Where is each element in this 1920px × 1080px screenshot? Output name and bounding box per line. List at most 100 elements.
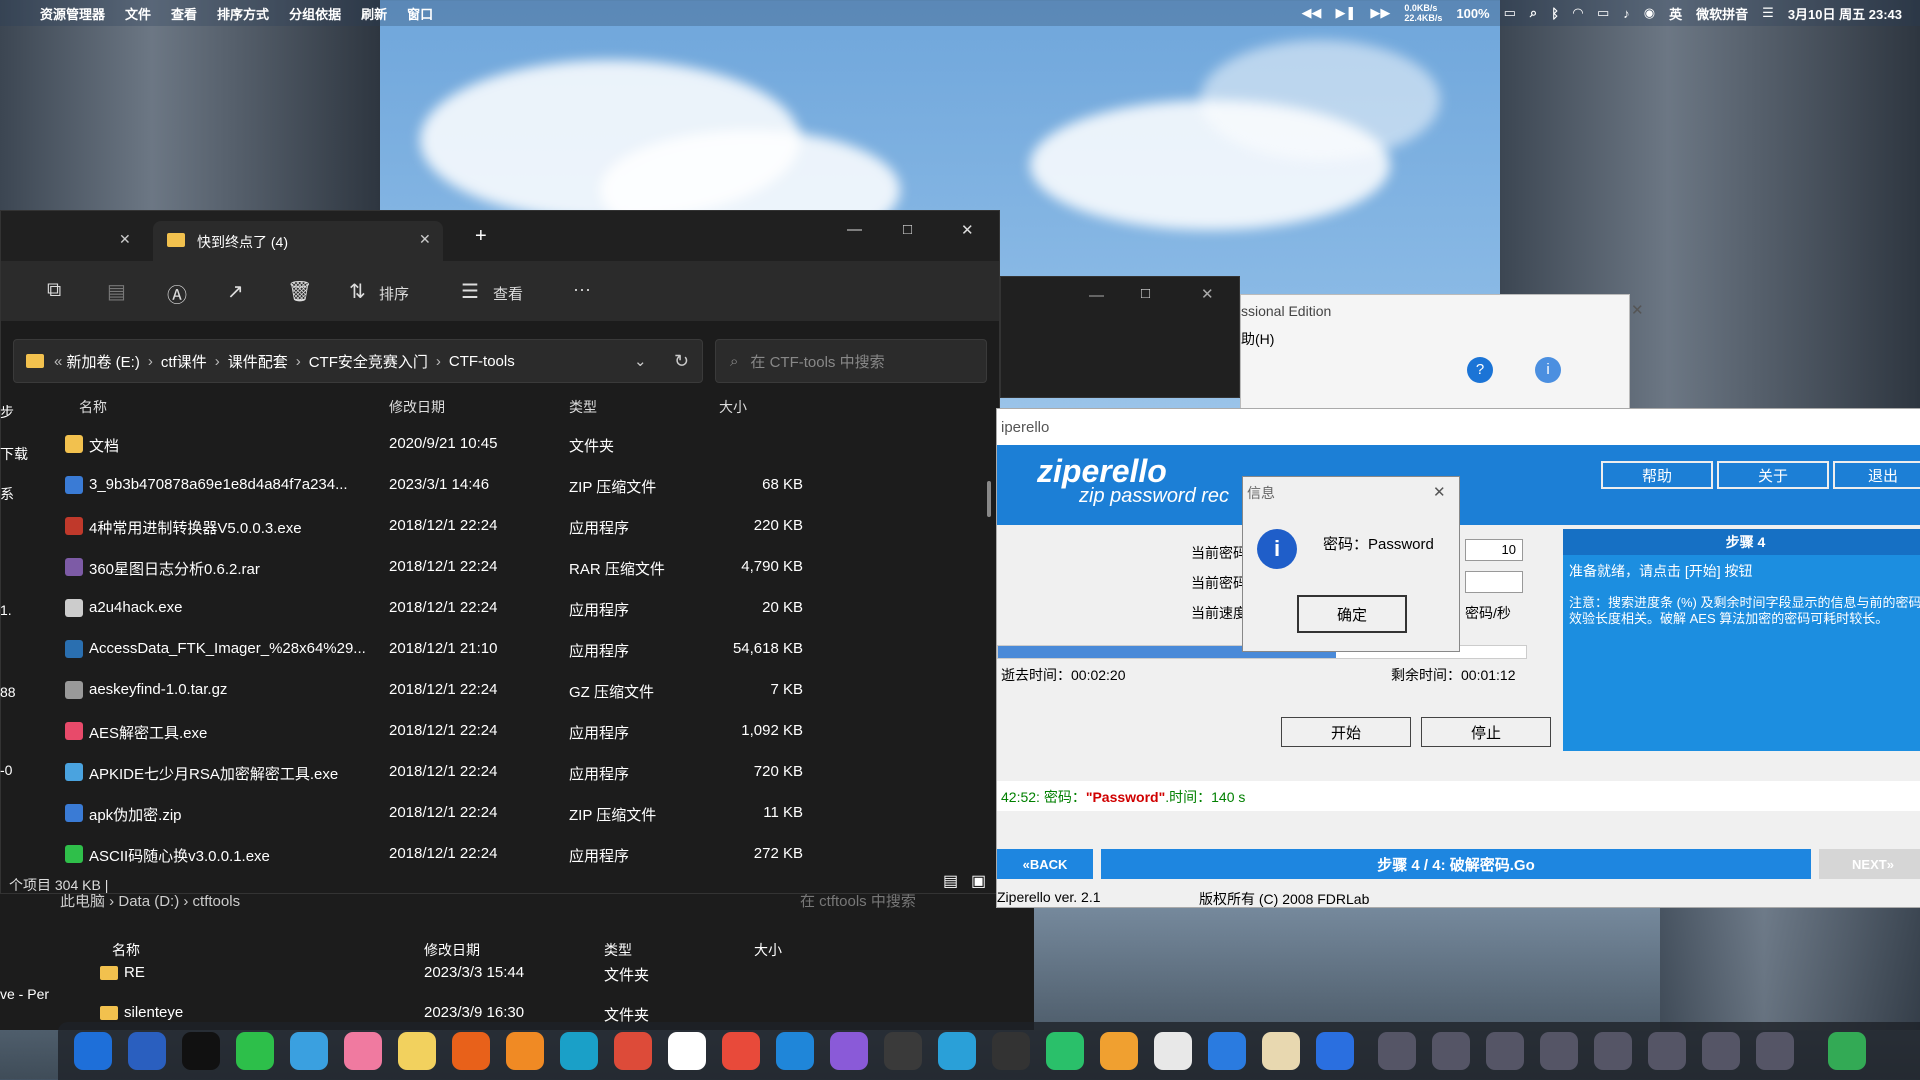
crumb-kejian[interactable]: 课件配套 (228, 351, 288, 372)
tab-1[interactable]: ✕ (1, 221, 141, 261)
dialog-close-icon[interactable]: ✕ (1433, 483, 1446, 501)
crumb-this-pc[interactable]: 此电脑 (60, 893, 105, 910)
crumb-ctf-intro[interactable]: CTF安全竞赛入门 (309, 351, 428, 372)
dock-app-icon[interactable] (992, 1032, 1030, 1070)
col-type[interactable]: 类型 (569, 397, 597, 417)
dock-app-icon[interactable] (452, 1032, 490, 1070)
file-row[interactable]: ASCII码随心换v3.0.0.1.exe 2018/12/1 22:24 应用程序… (61, 835, 821, 875)
file-row[interactable]: apk伪加密.zip 2018/12/1 22:24 ZIP 压缩文件 11 KB (61, 794, 821, 834)
dock-app-icon[interactable] (614, 1032, 652, 1070)
new-tab-button[interactable]: + (475, 225, 487, 248)
file-row[interactable]: 文档 2020/9/21 10:45 文件夹 (61, 425, 821, 465)
dock-window-thumbnail-icon[interactable] (1648, 1032, 1686, 1070)
dock-app-icon[interactable] (1154, 1032, 1192, 1070)
dock-app-icon[interactable] (182, 1032, 220, 1070)
dock-window-thumbnail-icon[interactable] (1378, 1032, 1416, 1070)
trash-icon[interactable] (1828, 1032, 1866, 1070)
dock-app-icon[interactable] (74, 1032, 112, 1070)
clock[interactable]: 3月10日 周五 23:43 (1788, 4, 1902, 23)
notification-icon[interactable]: ◉ (1644, 5, 1655, 21)
menu-item-view[interactable]: 查看 (171, 4, 197, 23)
ok-button[interactable]: 确定 (1297, 595, 1407, 633)
dock-app-icon[interactable] (236, 1032, 274, 1070)
dock-window-thumbnail-icon[interactable] (1486, 1032, 1524, 1070)
details-view-icon[interactable]: ▤ (943, 871, 958, 891)
menu-item-group[interactable]: 分组依据 (289, 4, 341, 23)
dock-app-icon[interactable] (344, 1032, 382, 1070)
col-date[interactable]: 修改日期 (389, 397, 445, 417)
back-button[interactable]: « BACK (997, 849, 1093, 879)
sort-icon[interactable]: ⇅ (349, 279, 366, 304)
file-row[interactable]: AccessData_FTK_Imager_%28x64%29... 2018/1… (61, 630, 821, 670)
menu-item-sort[interactable]: 排序方式 (217, 4, 269, 23)
display-icon[interactable]: ▭ (1597, 5, 1609, 21)
dock-app-icon[interactable] (1100, 1032, 1138, 1070)
more-button[interactable]: ··· (573, 279, 591, 300)
maximize-icon[interactable]: □ (1141, 285, 1150, 302)
close-icon[interactable]: ✕ (961, 221, 974, 239)
dock-window-thumbnail-icon[interactable] (1432, 1032, 1470, 1070)
media-rewind-icon[interactable]: ◀◀ (1301, 5, 1321, 21)
col-date[interactable]: 修改日期 (424, 940, 480, 960)
dock-app-icon[interactable] (776, 1032, 814, 1070)
menu-item-refresh[interactable]: 刷新 (361, 4, 387, 23)
password-field[interactable] (1465, 571, 1523, 593)
dock-app-icon[interactable] (884, 1032, 922, 1070)
crumb-ctftools[interactable]: ctftools (193, 893, 241, 910)
wifi-icon[interactable]: ◠ (1573, 5, 1583, 21)
volume-icon[interactable]: ♪ (1623, 6, 1630, 21)
sort-button[interactable]: 排序 (379, 283, 409, 304)
search-input[interactable]: ⌕ 在 CTF-tools 中搜索 (715, 339, 987, 383)
list-scrollbar[interactable] (987, 481, 991, 517)
crumb-ctf-tools[interactable]: CTF-tools (449, 353, 515, 370)
tab-close-icon[interactable]: ✕ (419, 231, 431, 248)
chevron-down-icon[interactable]: ⌄ (634, 352, 647, 370)
crumb-ctf[interactable]: ctf课件 (161, 351, 207, 372)
bluetooth-icon[interactable]: ᛒ (1551, 6, 1559, 21)
search-icon[interactable]: ⌕ (1530, 5, 1537, 21)
dock-app-icon[interactable] (128, 1032, 166, 1070)
ape-menu-help[interactable]: 助(H) (1241, 329, 1274, 349)
exit-button[interactable]: 退出 (1833, 461, 1920, 489)
copy-icon[interactable]: ⧉ (47, 279, 61, 302)
close-icon[interactable]: ✕ (1201, 285, 1214, 303)
dock-app-icon[interactable] (668, 1032, 706, 1070)
paste-icon[interactable]: ▤ (107, 279, 126, 304)
dock-app-icon[interactable] (1262, 1032, 1300, 1070)
file-row[interactable]: a2u4hack.exe 2018/12/1 22:24 应用程序 20 KB (61, 589, 821, 629)
dock-window-thumbnail-icon[interactable] (1594, 1032, 1632, 1070)
refresh-icon[interactable]: ↻ (674, 351, 689, 372)
start-button[interactable]: 开始 (1281, 717, 1411, 747)
dock-window-thumbnail-icon[interactable] (1756, 1032, 1794, 1070)
dock-app-icon[interactable] (1316, 1032, 1354, 1070)
help-icon[interactable]: ? (1467, 357, 1493, 383)
col-size[interactable]: 大小 (754, 940, 782, 960)
tab-2[interactable]: 快到终点了 (4) ✕ (153, 221, 443, 261)
about-button[interactable]: 关于 (1717, 461, 1829, 489)
dock-app-icon[interactable] (1046, 1032, 1084, 1070)
maximize-icon[interactable]: □ (903, 221, 912, 238)
media-play-icon[interactable]: ▶❚ (1335, 5, 1356, 21)
file-row[interactable]: APKIDE七少月RSA加密解密工具.exe 2018/12/1 22:24 应用程… (61, 753, 821, 793)
battery-icon[interactable]: ▭ (1504, 5, 1516, 21)
minimize-icon[interactable]: — (847, 221, 862, 238)
info-icon[interactable]: i (1535, 357, 1561, 383)
dock-app-icon[interactable] (560, 1032, 598, 1070)
col-size[interactable]: 大小 (719, 397, 747, 417)
dock-app-icon[interactable] (506, 1032, 544, 1070)
dock-app-icon[interactable] (398, 1032, 436, 1070)
file-row[interactable]: 360星图日志分析0.6.2.rar 2018/12/1 22:24 RAR 压缩文… (61, 548, 821, 588)
view-icon[interactable]: ☰ (461, 279, 479, 304)
tiles-view-icon[interactable]: ▣ (971, 871, 986, 891)
dock-app-icon[interactable] (290, 1032, 328, 1070)
next-button[interactable]: NEXT » (1819, 849, 1920, 879)
share-icon[interactable]: ↗ (227, 279, 244, 304)
control-center-icon[interactable]: ☰ (1762, 5, 1774, 21)
ime-name[interactable]: 微软拼音 (1696, 4, 1748, 23)
ime-short[interactable]: 英 (1669, 4, 1682, 23)
menu-item-file[interactable]: 文件 (125, 4, 151, 23)
list-item[interactable]: RE 2023/3/3 15:44 文件夹 (100, 964, 700, 988)
delete-icon[interactable]: 🗑 (287, 279, 312, 304)
file-row[interactable]: AES解密工具.exe 2018/12/1 22:24 应用程序 1,092 KB (61, 712, 821, 752)
media-forward-icon[interactable]: ▶▶ (1370, 5, 1390, 21)
